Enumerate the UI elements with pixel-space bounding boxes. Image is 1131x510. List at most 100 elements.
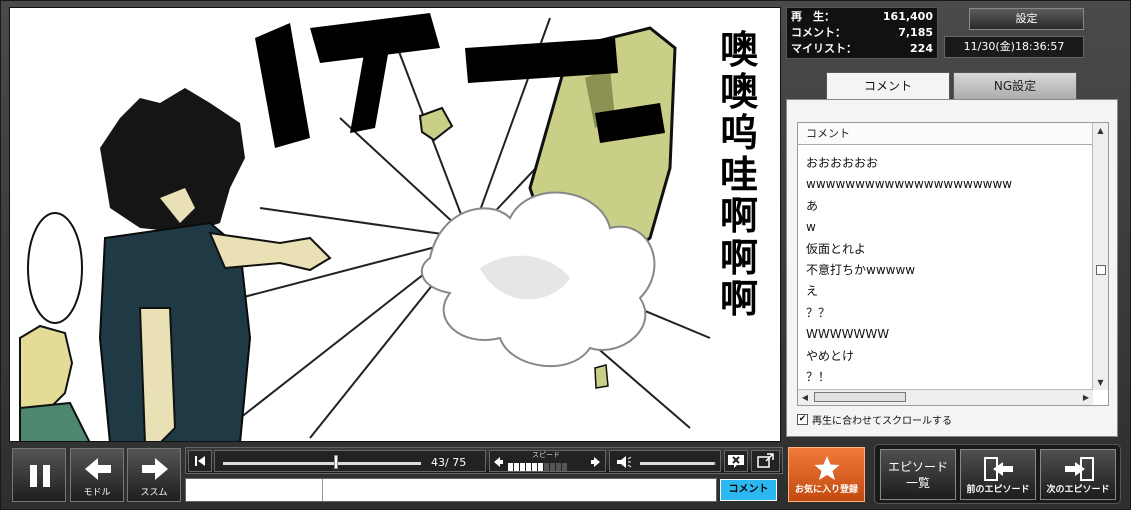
sfx-char: 噢 <box>719 28 758 72</box>
go-to-start-button[interactable] <box>188 450 212 472</box>
comments-row: コメント： 7,185 <box>791 25 933 41</box>
comment-panel: コメント おおおおおお wwwwwwwwwwwwwwwwwwwww あ w 仮面… <box>786 99 1118 437</box>
sfx-char: 呜 <box>719 111 758 155</box>
back-label: モドル <box>83 488 111 498</box>
speed-label: スピード <box>532 451 560 459</box>
command-input[interactable] <box>186 479 323 501</box>
sfx-vertical-text: 噢 噢 呜 哇 啊 啊 啊 <box>710 28 768 321</box>
comment-list-header[interactable]: コメント <box>798 123 1093 145</box>
episode-list-label-line2: 一覧 <box>905 476 930 490</box>
speed-meter <box>508 463 567 471</box>
list-item[interactable]: ？？ <box>798 303 1093 324</box>
pause-button[interactable] <box>12 448 66 502</box>
comment-off-icon <box>728 455 744 468</box>
list-item[interactable]: WWWWWWW <box>798 324 1093 345</box>
speed-bar <box>520 463 525 471</box>
back-button[interactable]: モドル <box>70 448 124 502</box>
speed-up-icon[interactable] <box>590 455 602 469</box>
speed-bar <box>514 463 519 471</box>
speaker-icon[interactable] <box>614 453 632 471</box>
mylist-label: マイリスト： <box>791 42 857 55</box>
list-item[interactable]: wwwwwwwwwwwwwwwwwwwww <box>798 174 1093 195</box>
speed-bar <box>550 463 555 471</box>
manga-panel-art <box>19 13 711 441</box>
list-item[interactable]: やめとけ <box>798 346 1093 367</box>
comments-label: コメント： <box>791 26 846 39</box>
arrow-left-icon <box>85 458 111 480</box>
list-item[interactable]: おおおおおお <box>798 153 1093 174</box>
sfx-char: 啊 <box>719 194 758 238</box>
forward-button[interactable]: ススム <box>127 448 181 502</box>
seek-track[interactable] <box>223 462 421 465</box>
stats-panel: 再 生： 161,400 コメント： 7,185 マイリスト： 224 <box>786 7 938 59</box>
fullscreen-button[interactable] <box>751 450 780 472</box>
tab-ng-settings[interactable]: NG設定 <box>953 72 1077 100</box>
list-item[interactable]: ？！ <box>798 367 1093 388</box>
tab-comments[interactable]: コメント <box>826 72 950 100</box>
speed-control[interactable]: スピード <box>489 450 606 472</box>
prev-episode-button[interactable]: 前のエピソード <box>960 449 1036 500</box>
favorite-button[interactable]: お気に入り登録 <box>788 447 865 502</box>
next-episode-button[interactable]: 次のエピソード <box>1040 449 1116 500</box>
scroll-left-icon[interactable]: ◀ <box>798 390 812 405</box>
scroll-thumb[interactable] <box>1096 265 1106 275</box>
next-episode-icon <box>1065 457 1094 481</box>
episode-list-label: エピソード 一覧 <box>881 459 955 491</box>
sfx-char: 啊 <box>719 235 758 280</box>
speed-bar <box>532 463 537 471</box>
comments-value: 7,185 <box>898 26 933 39</box>
volume-track[interactable] <box>640 462 716 465</box>
vertical-scrollbar[interactable]: ▲ ▼ <box>1092 123 1108 390</box>
list-item[interactable]: あ <box>798 196 1093 217</box>
speed-bar <box>544 463 549 471</box>
autoscroll-label: 再生に合わせてスクロールする <box>812 416 952 427</box>
arrow-right-icon <box>142 458 168 480</box>
sfx-char: 哇 <box>719 152 758 197</box>
views-label: 再 生： <box>791 10 835 23</box>
page-counter: 43/ 75 <box>431 456 467 469</box>
skip-start-icon <box>195 456 205 466</box>
pause-icon <box>30 465 50 487</box>
sfx-char: 啊 <box>719 277 758 321</box>
scroll-right-icon[interactable]: ▶ <box>1079 390 1093 405</box>
views-value: 161,400 <box>882 10 933 23</box>
list-item[interactable]: え <box>798 281 1093 302</box>
speed-bar <box>508 463 513 471</box>
seek-handle[interactable] <box>334 455 339 469</box>
comment-submit-button[interactable]: コメント <box>720 479 777 501</box>
next-episode-label: 次のエピソード <box>1046 485 1110 495</box>
forward-label: ススム <box>140 488 168 498</box>
horizontal-scrollbar[interactable]: ◀ ▶ <box>798 389 1093 405</box>
autoscroll-option[interactable]: ✔ 再生に合わせてスクロールする <box>797 412 952 427</box>
autoscroll-checkbox[interactable]: ✔ <box>797 414 808 425</box>
comment-toggle-button[interactable] <box>724 450 748 472</box>
speed-bar <box>526 463 531 471</box>
player-control-bar: 43/ 75 スピード <box>185 447 783 474</box>
prev-episode-icon <box>984 457 1013 481</box>
speed-bar <box>562 463 567 471</box>
sfx-char: 噢 <box>719 69 758 114</box>
prev-episode-label: 前のエピソード <box>966 485 1030 495</box>
manga-viewer[interactable]: 噢 噢 呜 哇 啊 啊 啊 <box>9 7 781 442</box>
page-seek-slider[interactable]: 43/ 75 <box>214 450 486 472</box>
scroll-down-icon[interactable]: ▼ <box>1093 375 1108 390</box>
total-pages: 75 <box>452 456 467 469</box>
mylist-row: マイリスト： 224 <box>791 41 933 57</box>
speed-down-icon[interactable] <box>492 455 504 469</box>
comment-input-area[interactable] <box>185 478 717 502</box>
comment-list[interactable]: コメント おおおおおお wwwwwwwwwwwwwwwwwwwww あ w 仮面… <box>797 122 1109 406</box>
episode-list-label-line1: エピソード <box>887 460 948 474</box>
settings-button[interactable]: 設定 <box>969 8 1084 30</box>
favorite-label: お気に入り登録 <box>794 485 858 495</box>
episode-list-button[interactable]: エピソード 一覧 <box>880 449 956 500</box>
hscroll-thumb[interactable] <box>814 392 906 402</box>
comment-list-body: おおおおおお wwwwwwwwwwwwwwwwwwwww あ w 仮面とれよ 不… <box>798 153 1093 389</box>
list-item[interactable]: w <box>798 217 1093 238</box>
scroll-up-icon[interactable]: ▲ <box>1093 123 1108 138</box>
star-icon <box>814 456 840 480</box>
volume-control[interactable] <box>609 450 721 472</box>
list-item[interactable]: 不意打ちかwwwww <box>798 260 1093 281</box>
list-item[interactable]: 仮面とれよ <box>798 239 1093 260</box>
current-page: 43 <box>431 456 445 469</box>
speed-bar <box>556 463 561 471</box>
